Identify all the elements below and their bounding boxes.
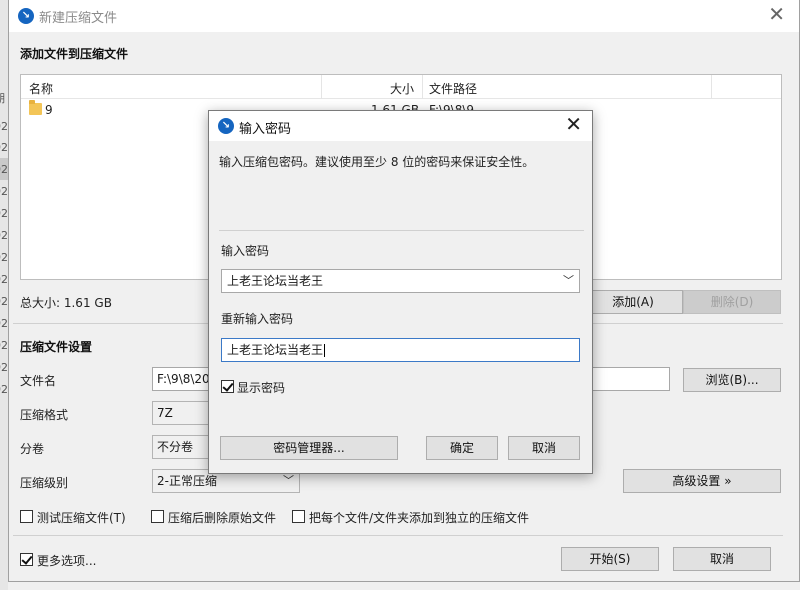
file-list-header: 名称 大小 文件路径 [21,75,781,99]
background-text: 02 [0,207,8,220]
chevron-down-icon[interactable]: ﹀ [563,270,574,292]
delete-button[interactable]: 删除(D) [683,290,781,314]
background-text: 02 [0,361,8,374]
test-archive-label[interactable]: 测试压缩文件(T) [37,509,126,526]
format-value: 7Z [157,406,173,420]
more-options-label[interactable]: 更多选项... [37,552,96,569]
dialog-cancel-button[interactable]: 取消 [508,436,580,460]
dialog-title: 输入密码 [239,122,292,137]
password-dialog: ↘ 输入密码 ✕ 输入压缩包密码。建议使用至少 8 位的密码来保证安全性。 输入… [208,110,593,474]
filename-label: 文件名 [20,374,57,388]
background-text: 02 [0,317,8,330]
row-name: 9 [45,103,53,117]
level-label: 压缩级别 [20,476,69,490]
background-text: 02 [0,163,8,176]
background-text: 02 [0,251,8,264]
column-divider[interactable] [321,75,322,99]
format-label: 压缩格式 [20,408,69,422]
add-files-heading: 添加文件到压缩文件 [20,47,129,61]
password-manager-button[interactable]: 密码管理器... [220,436,398,460]
volume-label: 分卷 [20,442,45,456]
start-button[interactable]: 开始(S) [561,547,659,571]
background-text: 02 [0,141,8,154]
background-text: 02 [0,273,8,286]
show-password-label[interactable]: 显示密码 [237,379,285,396]
password-input[interactable]: 上老王论坛当老王 ﹀ [221,269,580,293]
volume-value: 不分卷 [157,440,194,454]
confirm-password-value: 上老王论坛当老王 [227,343,324,357]
background-window-strip: 期 02 02 02 02 02 02 02 02 02 02 02 02 02 [0,0,8,590]
settings-heading: 压缩文件设置 [20,340,93,354]
separate-archives-checkbox[interactable] [292,510,305,523]
total-size: 总大小: 1.61 GB [20,296,112,310]
test-archive-checkbox[interactable] [20,510,33,523]
column-divider[interactable] [422,75,423,99]
bandizip-logo-icon: ↘ [218,118,234,134]
column-header-path[interactable]: 文件路径 [429,80,477,97]
confirm-password-input[interactable]: 上老王论坛当老王 [221,338,580,362]
password-value: 上老王论坛当老王 [227,274,324,288]
dialog-description: 输入压缩包密码。建议使用至少 8 位的密码来保证安全性。 [219,155,535,169]
background-text: 02 [0,339,8,352]
column-header-size[interactable]: 大小 [390,80,414,97]
window-title: 新建压缩文件 [39,11,118,26]
background-text: 期 [0,90,8,106]
divider [219,230,584,231]
more-options-checkbox[interactable] [20,553,33,566]
show-password-checkbox[interactable] [221,380,234,393]
background-text: 02 [0,383,8,396]
background-text: 02 [0,120,8,133]
password-label: 输入密码 [221,244,270,258]
text-caret [324,344,326,357]
background-text: 02 [0,229,8,242]
dialog-titlebar: ↘ 输入密码 ✕ [209,111,592,141]
close-icon[interactable]: ✕ [768,4,785,24]
close-icon[interactable]: ✕ [565,114,582,134]
bandizip-logo-icon: ↘ [18,8,34,24]
column-divider[interactable] [711,75,712,99]
window-titlebar: ↘ 新建压缩文件 ✕ [9,0,799,32]
folder-icon [29,100,42,115]
background-text: 02 [0,295,8,308]
advanced-settings-button[interactable]: 高级设置 » [623,469,781,493]
divider [13,535,783,536]
background-text: 02 [0,185,8,198]
delete-after-label[interactable]: 压缩后删除原始文件 [168,509,276,526]
browse-button[interactable]: 浏览(B)... [683,368,781,392]
level-value: 2-正常压缩 [157,474,217,488]
column-header-name[interactable]: 名称 [29,80,53,97]
separate-archives-label[interactable]: 把每个文件/文件夹添加到独立的压缩文件 [309,509,529,526]
cancel-button[interactable]: 取消 [673,547,771,571]
confirm-password-label: 重新输入密码 [221,312,294,326]
ok-button[interactable]: 确定 [426,436,498,460]
add-button[interactable]: 添加(A) [583,290,683,314]
delete-after-checkbox[interactable] [151,510,164,523]
